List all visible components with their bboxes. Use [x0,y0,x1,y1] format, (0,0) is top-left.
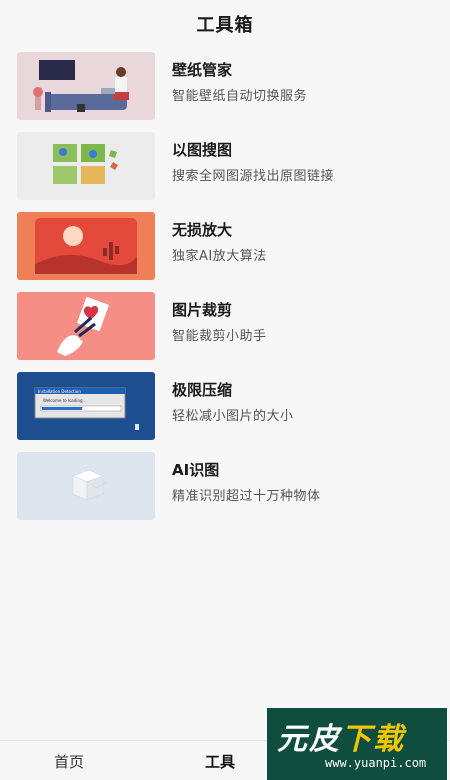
crop-thumbnail [17,292,155,360]
header: 工具箱 [0,0,450,48]
tool-description: 智能壁纸自动切换服务 [172,89,308,104]
tool-item-compress[interactable]: Installation Detection Welcome to loadin… [0,368,450,448]
tool-item-reverse-image-search[interactable]: 以图搜图 搜索全网图源找出原图链接 [0,128,450,208]
wallpaper-thumbnail [17,52,155,120]
watermark-url: www.yuanpi.com [325,756,427,770]
tool-description: 搜索全网图源找出原图链接 [172,169,335,184]
ai-recognition-thumbnail [17,452,155,520]
watermark-logo: 元皮下载 www.yuanpi.com [267,708,447,780]
image-search-thumbnail [17,132,155,200]
tool-description: 轻松减小图片的大小 [172,409,294,424]
page-title: 工具箱 [196,15,254,36]
tool-name: 壁纸管家 [172,61,233,79]
tab-tools[interactable]: 工具 [205,751,235,772]
tab-home[interactable]: 首页 [54,751,84,772]
tool-description: 精准识别超过十万种物体 [172,489,321,504]
tool-description: 智能裁剪小助手 [172,329,267,344]
watermark-brand-a: 元皮 [277,722,341,757]
tool-name: 无损放大 [172,221,233,239]
tool-description: 独家AI放大算法 [172,249,267,264]
dialog-body: Welcome to loading... [43,398,86,403]
tool-item-ai-recognition[interactable]: AI识图 精准识别超过十万种物体 [0,448,450,528]
watermark-brand-b: 下载 [341,722,405,757]
tool-name: AI识图 [172,461,220,479]
watermark-brand: 元皮下载 [277,714,405,758]
compress-thumbnail: Installation Detection Welcome to loadin… [17,372,155,440]
dialog-title: Installation Detection [38,389,81,394]
tool-item-image-crop[interactable]: 图片裁剪 智能裁剪小助手 [0,288,450,368]
tool-name: 图片裁剪 [172,301,233,319]
upscale-thumbnail [17,212,155,280]
tool-item-wallpaper[interactable]: 壁纸管家 智能壁纸自动切换服务 [0,48,450,128]
tool-name: 以图搜图 [172,141,233,159]
tool-name: 极限压缩 [172,381,233,399]
tool-item-lossless-upscale[interactable]: 无损放大 独家AI放大算法 [0,208,450,288]
